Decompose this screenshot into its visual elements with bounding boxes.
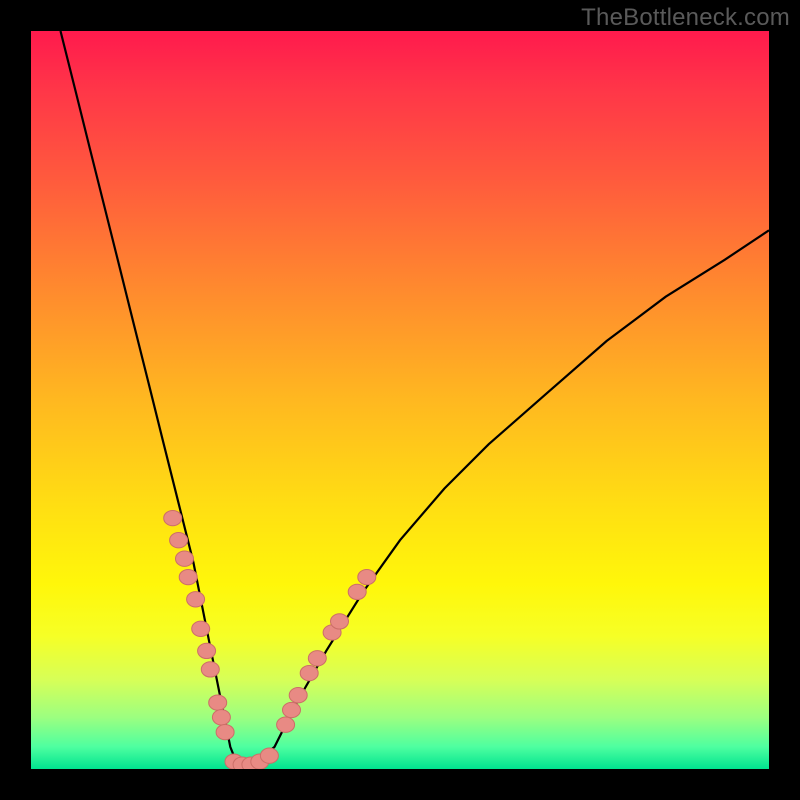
data-marker [212,710,230,725]
data-marker [348,584,366,599]
data-marker [283,702,301,717]
chart-frame: TheBottleneck.com [0,0,800,800]
data-marker [164,510,182,525]
data-marker [300,665,318,680]
data-marker [308,651,326,666]
data-marker [198,643,216,658]
data-marker [358,569,376,584]
plot-area [31,31,769,769]
data-marker [277,717,295,732]
data-marker [192,621,210,636]
data-marker [289,688,307,703]
curve-layer [31,31,769,769]
data-marker [331,614,349,629]
data-marker [260,748,278,763]
data-marker [216,724,234,739]
data-marker [170,533,188,548]
data-marker [179,569,197,584]
bottleneck-curve [61,31,770,765]
data-marker [187,592,205,607]
data-marker [201,662,219,677]
data-marker [209,695,227,710]
data-markers [164,510,376,769]
watermark-text: TheBottleneck.com [581,4,790,32]
data-marker [176,551,194,566]
